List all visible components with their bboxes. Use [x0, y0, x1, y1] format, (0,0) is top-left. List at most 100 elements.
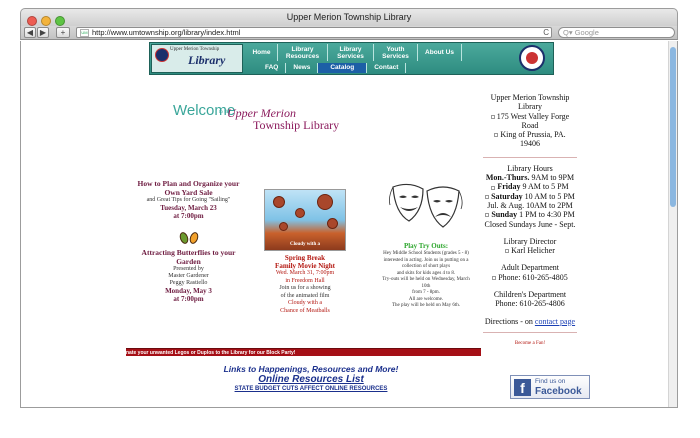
hours-row: Friday 9 AM to 5 PM [477, 182, 583, 191]
play-tryouts-title: Play Try Outs: [403, 242, 449, 250]
online-resources-link[interactable]: Online Resources List [181, 374, 441, 386]
movie-title-1: Spring Break [284, 254, 326, 262]
forward-button[interactable]: ▶ [37, 27, 49, 38]
budget-cuts-link[interactable]: STATE BUDGET CUTS AFFECT ONLINE RESOURCE… [181, 386, 441, 393]
hours-row: Mon.-Thurs. 9AM to 9PM [477, 173, 583, 182]
butterflies-date: Monday, May 3 [165, 287, 212, 295]
contact-page-link[interactable]: contact page [535, 317, 575, 326]
announcement-marquee: nate your unwanted Legos or Duplos to th… [126, 348, 481, 356]
welcome-heading: Welcome to the Upper Merion Township Lib… [173, 101, 348, 141]
yard-sale-time: at 7:00pm [173, 212, 204, 220]
nav-catalog[interactable]: Catalog [318, 63, 368, 73]
divider [483, 156, 577, 158]
hours-time: Closed Sundays June - Sept. [484, 219, 576, 229]
nav-faq[interactable]: FAQ [258, 63, 287, 73]
hours-time: 1 PM to 4:30 PM [517, 210, 575, 220]
site-favicon-icon: UM [80, 29, 89, 37]
nav-news[interactable]: News [286, 63, 319, 73]
address-line-2: Road [521, 120, 539, 130]
nav-library-services[interactable]: Library Services [328, 44, 374, 61]
hours-time: 10 AM to 5 PM [522, 191, 575, 201]
movie-join: Join us for a showing [279, 285, 331, 291]
hours-time: 9AM to 9PM [529, 173, 575, 183]
hours-row: Sunday 1 PM to 4:30 PM [477, 210, 583, 219]
butterflies-presented: Presented by [173, 266, 204, 272]
library-address: Upper Merion Township Library 175 West V… [477, 93, 583, 149]
search-input[interactable]: Q▾ Google [558, 27, 675, 38]
hours-day: Sunday [491, 210, 518, 220]
movie-of: of the animated film [280, 292, 330, 299]
address-line-1: 175 West Valley Forge [496, 111, 570, 121]
nav-about-us[interactable]: About Us [418, 44, 462, 61]
library-director: Library Director Karl Helicher [477, 237, 583, 256]
address-line-3: King of Prussia, PA. [500, 130, 566, 140]
butterflies-title[interactable]: Attracting Butterflies to your Garden [131, 248, 246, 266]
links-section: Links to Happenings, Resources and More!… [181, 364, 441, 393]
movie-date: Wed. March 31, 7:00pm [275, 270, 335, 276]
facebook-button[interactable]: f Find us on Facebook [510, 375, 590, 399]
top-nav: Home Library Resources Library Services … [246, 44, 462, 61]
movie-title-2: Family Movie Night [275, 262, 335, 270]
facebook-name: Facebook [535, 386, 582, 397]
hours-day: Friday [497, 182, 521, 192]
bullet-icon [485, 194, 490, 199]
add-bookmark-button[interactable]: + [56, 27, 70, 38]
yard-sale-date: Tuesday, March 23 [160, 204, 217, 212]
address-bar[interactable]: UM http://www.umtownship.org/library/inde… [76, 27, 552, 38]
child-phone: Phone: 610-265-4806 [495, 299, 565, 309]
back-button[interactable]: ◀ [24, 27, 36, 38]
hours-row: Saturday 10 AM to 5 PM [477, 192, 583, 201]
search-placeholder: Google [574, 28, 599, 37]
bullet-icon [485, 213, 490, 218]
adult-title: Adult Department [501, 263, 559, 273]
movie-film-2: Chance of Meatballs [280, 307, 330, 314]
links-heading: Links to Happenings, Resources and More! [223, 364, 399, 374]
library-hours: Library Hours Mon.-Thurs. 9AM to 9PM Fri… [477, 164, 583, 229]
reload-icon[interactable]: C [543, 28, 549, 38]
events-left-column: How to Plan and Organize your Own Yard S… [131, 179, 246, 303]
become-fan-text: Become a Fan! [514, 340, 546, 346]
library-name-1: Upper Merion Township [490, 93, 570, 102]
movie-poster-image[interactable]: Cloudy with a [264, 189, 346, 251]
hours-title: Library Hours [507, 163, 553, 173]
poster-caption: Cloudy with a [289, 242, 320, 247]
library-logo[interactable]: Upper Merion Township Library [151, 44, 243, 73]
tryouts-line: Try-outs will be held on Wednesday, Marc… [382, 277, 470, 282]
butterflies-time: at 7:00pm [173, 295, 204, 303]
directions-prefix: Directions - on [484, 316, 535, 326]
adult-department: Adult Department Phone: 610-265-4805 [477, 263, 583, 282]
child-title: Children's Department [493, 290, 567, 300]
children-department: Children's Department Phone: 610-265-480… [477, 290, 583, 309]
page-viewport: Upper Merion Township Library Home Libra… [20, 41, 678, 408]
hours-day: Saturday [491, 191, 523, 201]
tryouts-line: Hey Middle School Students (grades 5 - 8… [383, 251, 469, 256]
divider [483, 331, 577, 333]
butterflies-presenter-role: Master Gardener [168, 273, 209, 279]
director-name: Karl Helicher [511, 246, 555, 256]
nav-contact[interactable]: Contact [367, 63, 407, 73]
directions: Directions - on contact page [477, 317, 583, 326]
movie-film-1: Cloudy with a [288, 300, 322, 306]
tryouts-line: The play will be held on May 6th. [391, 303, 461, 308]
bullet-icon [490, 114, 495, 119]
library-name-2: Library [518, 102, 542, 112]
window-titlebar: Upper Merion Township Library [20, 8, 678, 26]
township-badge-icon [519, 45, 545, 71]
events-right-column: Play Try Outs: Hey Middle School Student… [366, 181, 486, 310]
hours-row: Closed Sundays June - Sept. [477, 220, 583, 229]
welcome-line2: Township Library [253, 118, 340, 132]
hours-time: 9 AM to 5 PM [520, 182, 569, 192]
nav-library-resources[interactable]: Library Resources [278, 44, 328, 61]
yard-sale-subtitle: and Great Tips for Going "Sailing" [146, 197, 231, 203]
township-seal-icon [155, 48, 169, 62]
yard-sale-title[interactable]: How to Plan and Organize your Own Yard S… [131, 179, 246, 197]
site-banner: Upper Merion Township Library Home Libra… [149, 42, 554, 75]
butterflies-presenter-name: Peggy Rastiello [169, 280, 208, 286]
nav-youth-services[interactable]: Youth Services [374, 44, 418, 61]
butterfly-icon [177, 230, 200, 246]
scrollbar-thumb[interactable] [670, 47, 676, 207]
hours-row: Jul. & Aug. 10AM to 2PM [477, 201, 583, 210]
vertical-scrollbar[interactable] [668, 41, 677, 407]
nav-home[interactable]: Home [246, 44, 278, 61]
bottom-nav: FAQ News Catalog Contact [246, 63, 407, 73]
